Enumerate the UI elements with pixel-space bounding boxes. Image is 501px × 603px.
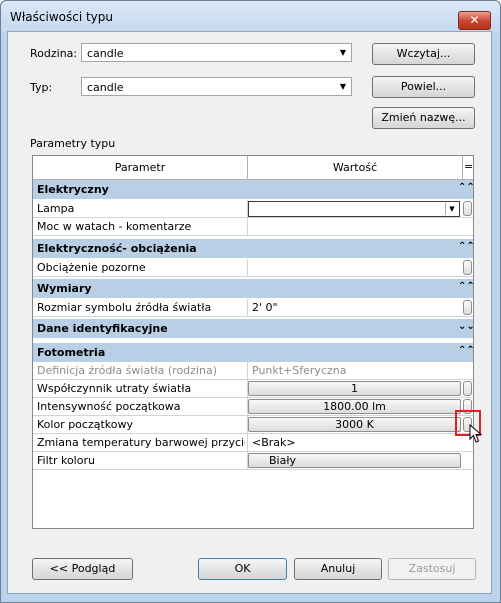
group-header-dimensions[interactable]: Wymiary ⌃⌃ [33,279,473,299]
table-row[interactable]: Filtr koloru Biały [33,452,473,470]
table-row[interactable]: Współczynnik utraty światła 1 [33,380,473,398]
group-title: Fotometria [37,346,106,359]
group-header-electrical-loads[interactable]: Elektryczność- obciążenia ⌃⌃ [33,239,473,259]
table-row[interactable]: Definicja źródła światła (rodzina) Punkt… [33,362,473,380]
apply-button[interactable]: Zastosuj [388,558,476,580]
column-divider [247,362,248,380]
light-loss-factor-button[interactable]: 1 [248,381,461,396]
column-header-formula[interactable]: = [464,159,473,175]
collapse-chevron-icon: ⌃⌃ [458,345,474,356]
column-divider [247,218,248,236]
parameter-name: Kolor początkowy [37,418,134,431]
group-title: Dane identyfikacyjne [37,322,168,335]
collapse-chevron-icon: ⌃⌃ [458,281,474,292]
parameter-value[interactable]: 2' 0" [252,301,278,314]
associate-parameter-button[interactable] [463,201,472,216]
table-row[interactable]: Lampa ▼ [33,200,473,218]
parameter-name: Moc w watach - komentarze [37,220,192,233]
parameter-name: Zmiana temperatury barwowej przycie [37,436,245,449]
dialog-title: Właściwości typu [10,10,113,24]
column-divider [247,259,248,277]
associate-parameter-button[interactable] [463,260,472,275]
chevron-down-icon: ▼ [445,203,458,215]
collapse-chevron-icon: ⌃⌃ [458,182,474,193]
parameter-name: Współczynnik utraty światła [37,382,192,395]
table-row[interactable]: Moc w watach - komentarze [33,218,473,236]
column-header-value[interactable]: Wartość [248,156,463,179]
parameter-name: Rozmiar symbolu źródła światła [37,301,212,314]
type-select[interactable]: candle ▼ [81,77,352,96]
parameter-name: Filtr koloru [37,454,95,467]
column-divider [247,299,248,317]
family-label: Rodzina: [30,47,78,60]
type-label: Typ: [30,81,53,94]
table-row[interactable]: Zmiana temperatury barwowej przycie <Bra… [33,434,473,452]
column-header-parameter[interactable]: Parametr [33,156,248,179]
mouse-cursor-icon [469,424,483,443]
table-row[interactable]: Rozmiar symbolu źródła światła 2' 0" [33,299,473,317]
color-filter-button[interactable]: Biały [248,453,461,468]
parameter-name: Obciążenie pozorne [37,261,146,274]
ok-button[interactable]: OK [198,558,287,580]
cancel-button[interactable]: Anuluj [294,558,382,580]
rename-button[interactable]: Zmień nazwę... [372,107,475,129]
initial-intensity-button[interactable]: 1800.00 lm [248,399,461,414]
table-row[interactable]: Kolor początkowy 3000 K [33,416,473,434]
parameter-value[interactable]: <Brak> [252,436,296,449]
group-title: Elektryczność- obciążenia [37,242,197,255]
column-divider [247,434,248,452]
lamp-select[interactable]: ▼ [248,201,460,217]
table-row[interactable]: Obciążenie pozorne [33,259,473,277]
group-title: Wymiary [37,282,92,295]
family-value: candle [87,47,124,60]
parameter-value: Punkt+Sferyczna [252,364,347,377]
chevron-down-icon: ▼ [339,48,347,57]
associate-parameter-button[interactable] [463,381,472,396]
initial-color-button[interactable]: 3000 K [248,417,461,432]
parameter-name: Lampa [37,202,75,215]
group-header-electrical[interactable]: Elektryczny ⌃⌃ [33,180,473,200]
grid-header: Parametr Wartość = [33,156,473,180]
collapse-chevron-icon: ⌃⌃ [458,241,474,252]
expand-chevron-icon: ⌄⌄ [458,321,474,332]
table-row[interactable]: Intensywność początkowa 1800.00 lm [33,398,473,416]
group-title: Elektryczny [37,183,109,196]
parameters-grid: Parametr Wartość = Elektryczny ⌃⌃ Lampa … [32,155,474,529]
close-button[interactable]: ✕ [458,11,491,30]
associate-parameter-button[interactable] [463,300,472,315]
duplicate-button[interactable]: Powiel... [372,76,475,98]
load-button[interactable]: Wczytaj... [372,43,475,65]
type-parameters-label: Parametry typu [30,137,116,150]
family-select[interactable]: candle ▼ [81,43,352,62]
preview-button[interactable]: << Podgląd [32,558,133,580]
parameter-name: Intensywność początkowa [37,400,181,413]
parameter-name: Definicja źródła światła (rodzina) [37,364,217,377]
type-value: candle [87,81,124,94]
group-header-identity-data[interactable]: Dane identyfikacyjne ⌄⌄ [33,319,473,339]
title-bar[interactable]: Właściwości typu ✕ [1,1,500,33]
chevron-down-icon: ▼ [339,82,347,91]
group-header-photometrics[interactable]: Fotometria ⌃⌃ [33,343,473,363]
